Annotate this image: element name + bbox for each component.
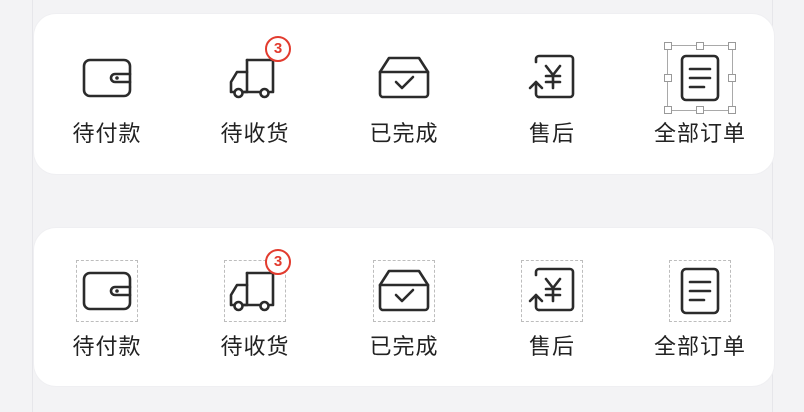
order-shortcut-label: 售后 (528, 335, 575, 360)
order-shortcut-label: 售后 (528, 122, 575, 147)
order-status-canvas: 待付款 3 待收货 已完成 售后 全部订单 待付款 3 待收货 已完成 售后 全… (0, 0, 804, 412)
order-shortcut-label: 已完成 (369, 335, 439, 360)
order-shortcut-pending-receipt[interactable]: 3 待收货 (195, 32, 315, 162)
order-shortcut-completed[interactable]: 已完成 (344, 246, 464, 376)
order-shortcut-pending-payment[interactable]: 待付款 (47, 32, 167, 162)
wallet-icon (76, 260, 138, 322)
box-check-icon (373, 260, 435, 322)
order-shortcut-all-orders[interactable]: 全部订单 (640, 32, 760, 162)
truck-icon: 3 (225, 36, 291, 108)
order-shortcut-label: 全部订单 (653, 335, 746, 360)
order-shortcut-pending-payment[interactable]: 待付款 (47, 246, 167, 376)
truck-icon: 3 (224, 249, 291, 322)
left-gutter-line (32, 0, 33, 412)
notification-badge: 3 (265, 249, 291, 275)
document-list-icon (669, 260, 731, 322)
yen-return-icon (522, 48, 582, 108)
notification-badge: 3 (265, 36, 291, 62)
order-shortcut-label: 待付款 (72, 122, 142, 147)
order-shortcut-all-orders[interactable]: 全部订单 (640, 246, 760, 376)
order-status-card-bottom: 待付款 3 待收货 已完成 售后 全部订单 (34, 228, 774, 386)
order-shortcut-pending-receipt[interactable]: 3 待收货 (195, 246, 315, 376)
order-shortcuts-row: 待付款 3 待收货 已完成 售后 全部订单 (34, 228, 774, 386)
order-shortcut-label: 待收货 (220, 335, 290, 360)
order-shortcut-label: 待收货 (220, 122, 290, 147)
wallet-icon (77, 48, 137, 108)
order-shortcut-after-sales[interactable]: 售后 (492, 32, 612, 162)
order-shortcuts-row: 待付款 3 待收货 已完成 售后 全部订单 (34, 14, 774, 174)
order-shortcut-completed[interactable]: 已完成 (344, 32, 464, 162)
order-shortcut-after-sales[interactable]: 售后 (492, 246, 612, 376)
order-shortcut-label: 已完成 (369, 122, 439, 147)
order-shortcut-label: 全部订单 (653, 122, 746, 147)
order-status-card-top: 待付款 3 待收货 已完成 售后 全部订单 (34, 14, 774, 174)
box-check-icon (374, 48, 434, 108)
order-shortcut-label: 待付款 (72, 335, 142, 360)
document-list-icon (664, 42, 736, 114)
yen-return-icon (521, 260, 583, 322)
